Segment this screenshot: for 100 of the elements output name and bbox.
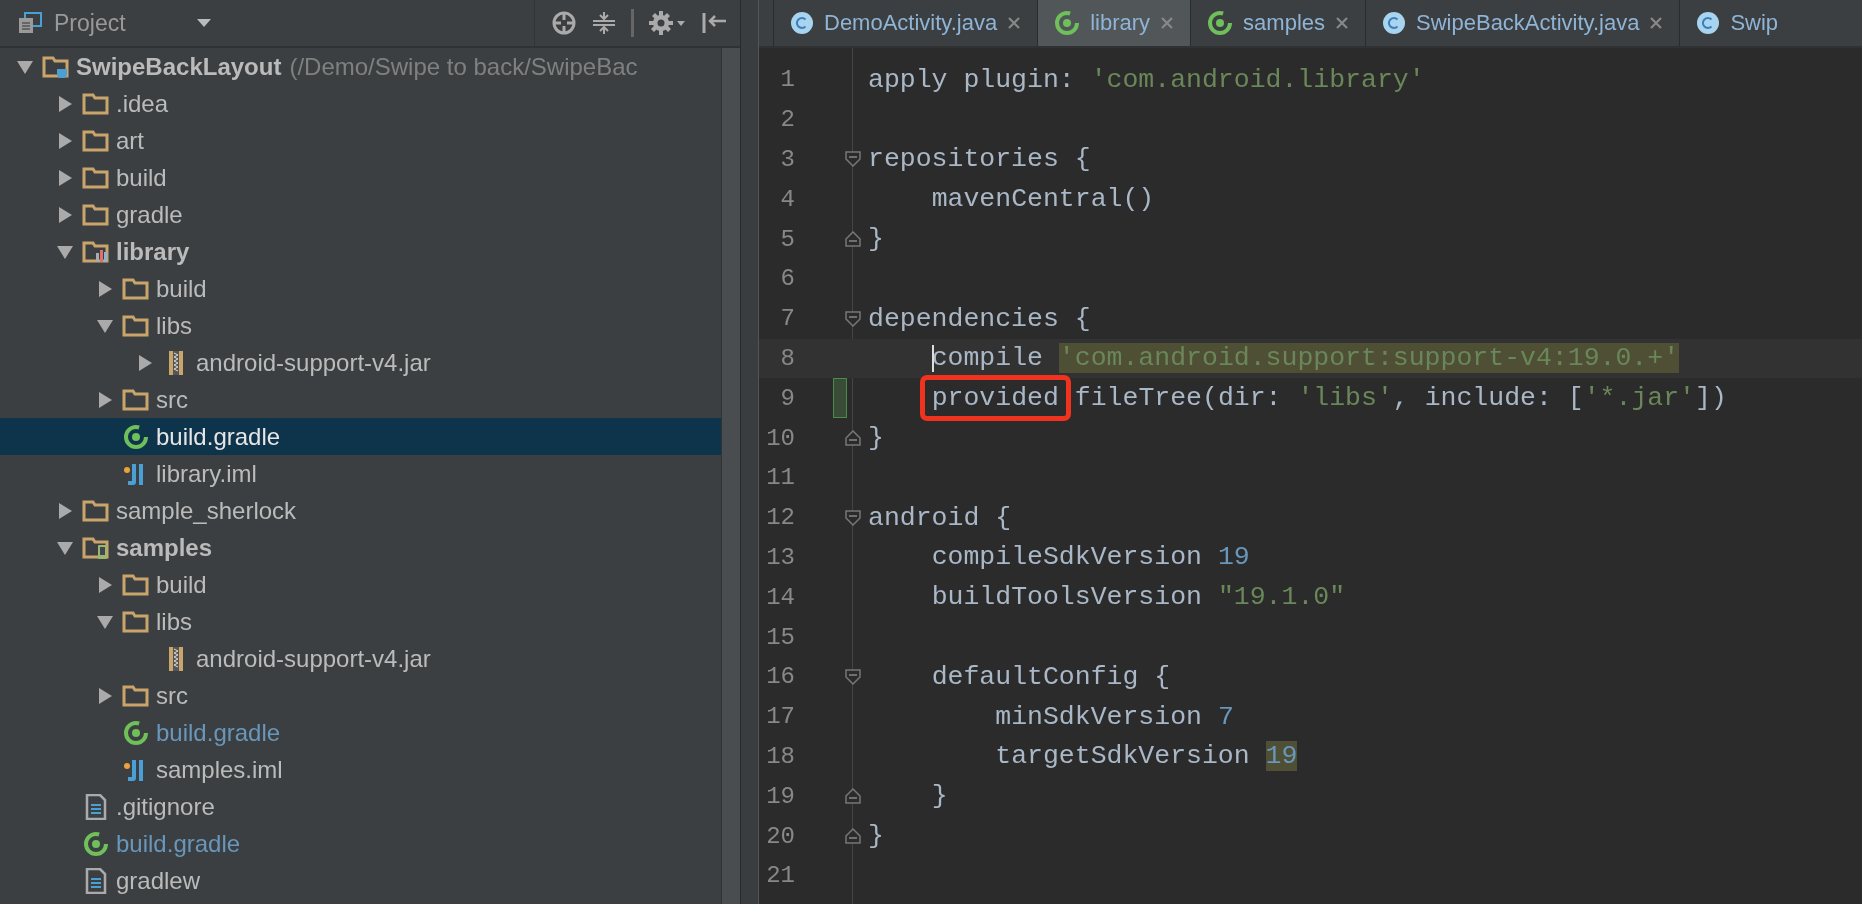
collapsed-arrow-icon[interactable] [137, 353, 153, 372]
fold-end-icon[interactable] [845, 430, 861, 447]
line-number: 6 [779, 265, 796, 293]
folder-icon [122, 683, 150, 708]
code-line: } [868, 224, 884, 255]
collapsed-arrow-icon[interactable] [97, 279, 113, 298]
line-number: 21 [765, 862, 796, 890]
line-number: 15 [765, 623, 796, 651]
gradle-icon [1054, 10, 1081, 36]
editor-tab[interactable]: samples [1190, 0, 1366, 46]
item-label: build [116, 163, 167, 192]
fold-start-icon[interactable] [845, 151, 861, 168]
tree-item[interactable]: android-support-v4.jar [0, 344, 721, 381]
item-label: src [156, 681, 188, 710]
gradle-icon [82, 830, 110, 857]
tree-item[interactable]: sample_sherlock [0, 492, 721, 529]
code-line: minSdkVersion 7 [994, 701, 1234, 732]
item-label: art [116, 126, 144, 155]
tree-item[interactable]: gradlew [0, 862, 721, 899]
editor-tab[interactable]: Swip [1679, 0, 1795, 46]
class-icon [790, 11, 814, 35]
collapse-all-icon[interactable] [591, 10, 617, 36]
item-label: library.iml [156, 459, 257, 488]
tree-item[interactable]: build.gradle [0, 714, 721, 751]
tree-item[interactable]: art [0, 122, 721, 159]
code-line: repositories { [868, 144, 1091, 175]
code-line: provided fileTree(dir: 'libs', include: ['*.jar']) [868, 383, 1727, 414]
line-number: 12 [765, 504, 796, 532]
gradle-icon [122, 719, 150, 746]
tree-item[interactable]: .gitignore [0, 788, 721, 825]
tree-item[interactable]: build [0, 566, 721, 603]
expanded-arrow-icon[interactable] [56, 243, 74, 260]
tree-item[interactable]: build.gradle [0, 825, 721, 862]
editor-tab[interactable]: library [1037, 0, 1191, 46]
tree-item[interactable]: src [0, 677, 721, 714]
collapsed-arrow-icon[interactable] [97, 390, 113, 409]
tree-item[interactable]: samples [0, 529, 721, 566]
collapsed-arrow-icon[interactable] [57, 168, 73, 187]
editor-tab[interactable]: SwipeBackActivity.java [1365, 0, 1680, 46]
item-label: android-support-v4.jar [196, 644, 431, 673]
expanded-arrow-icon[interactable] [56, 539, 74, 556]
tree-item[interactable]: gradle [0, 196, 721, 233]
fold-start-icon[interactable] [845, 310, 861, 327]
line-number: 17 [765, 703, 796, 731]
tree-item[interactable]: samples.iml [0, 751, 721, 788]
tree-item[interactable]: build [0, 270, 721, 307]
line-number: 16 [765, 663, 796, 691]
tree-item[interactable]: android-support-v4.jar [0, 640, 721, 677]
tree-item[interactable]: src [0, 381, 721, 418]
code-line: targetSdkVersion 19 [994, 741, 1298, 772]
tree-item[interactable]: library.iml [0, 455, 721, 492]
folder-icon [82, 91, 110, 116]
line-number: 10 [765, 424, 796, 452]
crosshair-icon[interactable] [551, 10, 577, 36]
item-label: samples [116, 533, 213, 562]
collapsed-arrow-icon[interactable] [57, 501, 73, 520]
expanded-arrow-icon[interactable] [96, 613, 114, 630]
item-label: libs [156, 311, 192, 340]
close-icon[interactable] [1335, 16, 1350, 30]
tree-item[interactable]: build.gradle [0, 418, 721, 455]
line-number: 20 [765, 822, 796, 850]
fold-start-icon[interactable] [845, 668, 861, 685]
scrollbar[interactable] [721, 48, 740, 904]
item-label: build.gradle [156, 422, 281, 451]
collapsed-arrow-icon[interactable] [57, 131, 73, 150]
code-line: compileSdkVersion 19 [930, 542, 1250, 573]
code-line: } [868, 423, 884, 454]
hide-panel-icon[interactable] [700, 10, 728, 36]
tree-item[interactable]: build [0, 159, 721, 196]
editor-tab[interactable]: DemoActivity.java [773, 0, 1038, 46]
tree-item[interactable]: .idea [0, 85, 721, 122]
collapsed-arrow-icon[interactable] [57, 94, 73, 113]
item-label: gradlew [116, 866, 201, 895]
close-icon[interactable] [1007, 16, 1022, 30]
collapsed-arrow-icon[interactable] [97, 686, 113, 705]
fold-start-icon[interactable] [845, 509, 861, 526]
item-label: gradle [116, 200, 183, 229]
line-number: 8 [779, 344, 796, 372]
class-icon [1382, 11, 1407, 35]
close-icon[interactable] [1649, 16, 1664, 30]
item-label: SwipeBackLayout [76, 52, 282, 81]
tree-item[interactable]: library [0, 233, 721, 270]
code-line: defaultConfig { [930, 661, 1171, 692]
collapsed-arrow-icon[interactable] [97, 575, 113, 594]
fold-end-icon[interactable] [845, 828, 861, 845]
tree-item[interactable]: libs [0, 603, 721, 640]
fold-end-icon[interactable] [845, 231, 861, 248]
module-folder-icon [82, 239, 110, 264]
expanded-arrow-icon[interactable] [96, 317, 114, 334]
tree-item[interactable]: libs [0, 307, 721, 344]
dropdown-caret-icon[interactable] [195, 18, 212, 28]
tree-item[interactable]: SwipeBackLayout (/Demo/Swipe to back/SwipeBac [0, 48, 721, 85]
gear-icon[interactable] [648, 10, 686, 36]
panel-title[interactable]: Project [54, 9, 126, 37]
code-line: buildToolsVersion "19.1.0" [930, 582, 1346, 613]
expanded-arrow-icon[interactable] [16, 58, 34, 75]
fold-end-icon[interactable] [845, 788, 861, 805]
item-label: android-support-v4.jar [196, 348, 431, 377]
collapsed-arrow-icon[interactable] [57, 205, 73, 224]
folder-icon [42, 54, 70, 79]
